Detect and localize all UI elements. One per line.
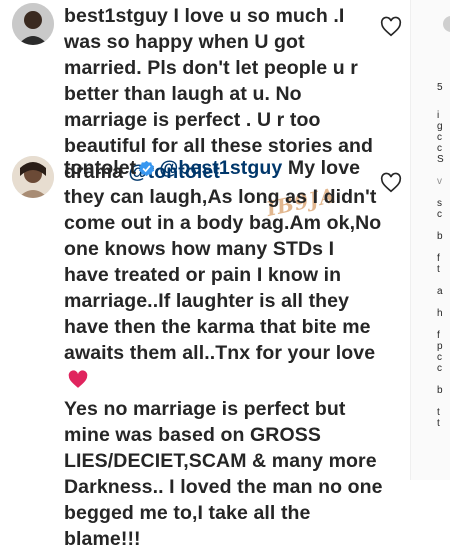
heart-outline-icon — [380, 172, 402, 193]
panel-fragment: v — [437, 176, 442, 187]
panel-fragment: p — [437, 341, 443, 352]
panel-fragment: S — [437, 154, 444, 165]
panel-fragment: t — [437, 418, 440, 429]
panel-fragment: s — [437, 198, 442, 209]
user-avatar-image — [12, 156, 54, 198]
comment-body: My love they can laugh,As long as I didn… — [64, 157, 382, 364]
comment-mention[interactable]: @best1stguy — [159, 157, 282, 179]
panel-fragment: 5 — [437, 82, 443, 93]
user-avatar-image — [12, 3, 54, 45]
avatar[interactable] — [12, 3, 54, 45]
verified-badge-icon — [138, 158, 155, 184]
panel-fragment: b — [437, 231, 443, 242]
panel-fragment: t — [437, 407, 440, 418]
like-button[interactable] — [380, 172, 402, 194]
comment-username[interactable]: tontolet — [64, 157, 136, 179]
avatar[interactable] — [12, 156, 54, 198]
red-heart-emoji-icon — [68, 370, 88, 396]
panel-fragment: f — [437, 253, 440, 264]
panel-fragment: b — [437, 385, 443, 396]
panel-fragment: t — [437, 264, 440, 275]
adjacent-panel: 5 i g c c S v s c b f t a h f p c c b t … — [410, 0, 450, 480]
heart-outline-icon — [380, 16, 402, 37]
panel-fragment: g — [437, 121, 443, 132]
panel-fragment: f — [437, 330, 440, 341]
comment-text: tontolet @best1stguy My love they can lau… — [64, 155, 384, 552]
panel-fragment: a — [437, 286, 443, 297]
comment-username[interactable]: best1stguy — [64, 5, 168, 27]
panel-fragment: c — [437, 132, 442, 143]
avatar — [443, 16, 450, 32]
panel-fragment: c — [437, 143, 442, 154]
panel-fragment: h — [437, 308, 443, 319]
comment-body-continued: Yes no marriage is perfect but mine was … — [64, 398, 383, 550]
panel-fragment: i — [437, 110, 440, 121]
panel-fragment: c — [437, 363, 442, 374]
panel-fragment: c — [437, 209, 442, 220]
panel-fragment: c — [437, 352, 442, 363]
like-button[interactable] — [380, 16, 402, 38]
